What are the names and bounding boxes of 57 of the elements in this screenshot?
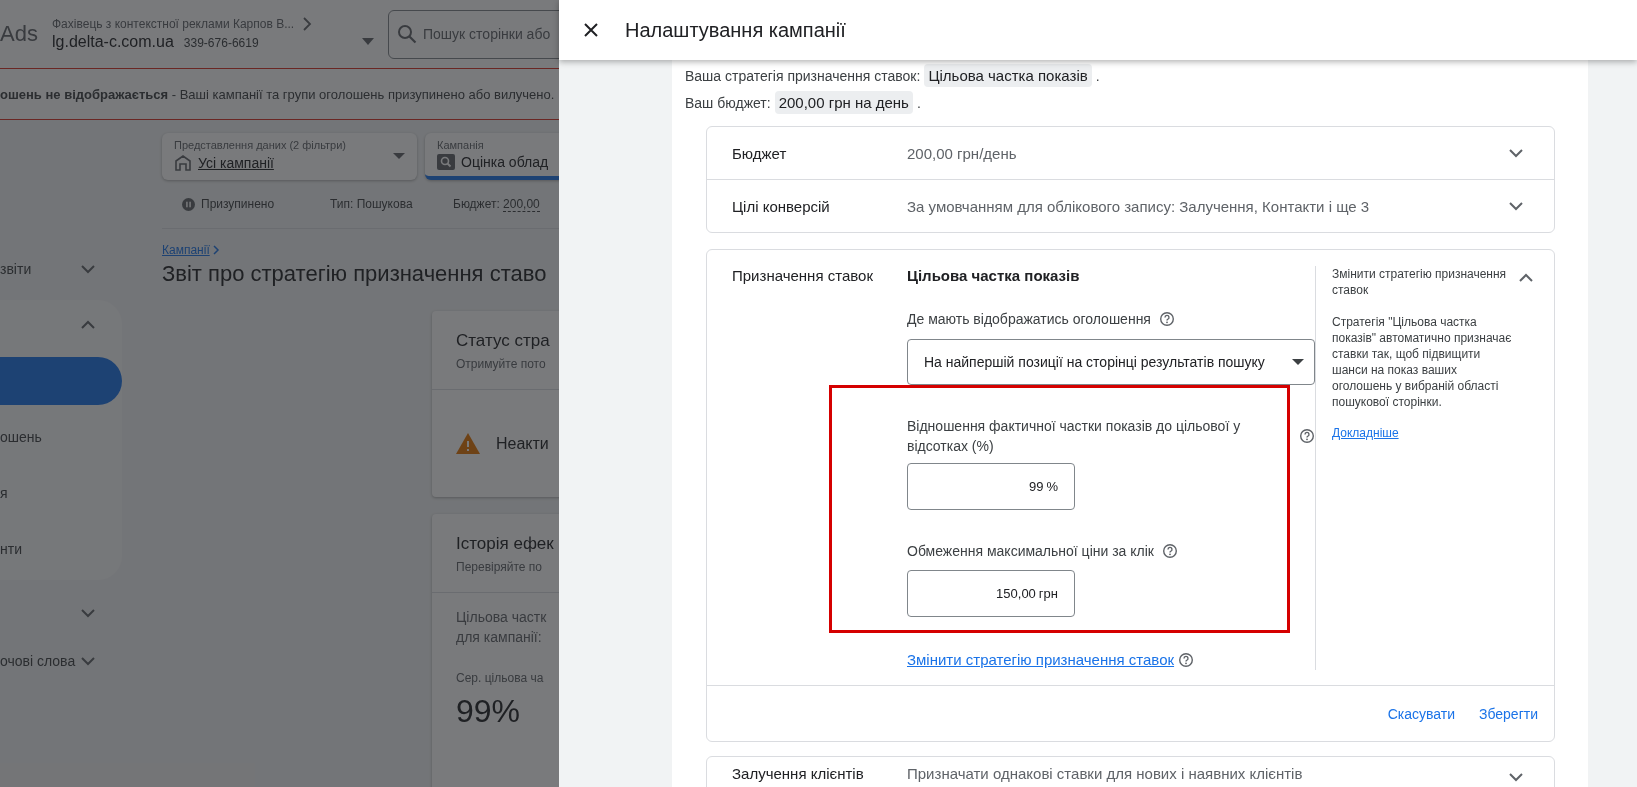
change-strategy-link[interactable]: Змінити стратегію призначення ставок (907, 650, 1175, 670)
chevron-right-icon[interactable] (302, 17, 313, 31)
search-icon (437, 154, 455, 170)
summary-value: 200,00 грн на день (774, 91, 913, 114)
setting-row[interactable]: Цілі конверсій За умовчанням для облікового запису: Залучення, Контакти і ще 3 (707, 179, 1554, 232)
product-logo[interactable]: Ads (0, 21, 40, 47)
nav-item[interactable]: ошень (0, 409, 122, 465)
help-icon[interactable] (1162, 543, 1178, 559)
section-name: Призначення ставок (732, 266, 874, 286)
campaign-status: Призупинено (201, 197, 275, 211)
alert-message: ошень не відображається - Ваші кампанії та групи оголошень призупинено або вилучено. (0, 86, 555, 102)
report-card: Статус стра Отримуйте пото Неакти (432, 311, 559, 497)
caret-down-icon (393, 153, 405, 160)
summary-period: . (1095, 67, 1100, 84)
campaign-budget: Бюджет: 200,00 (453, 197, 540, 211)
filter-selector[interactable]: Представлення даних (2 фільтри) Усі кампанії (162, 133, 417, 180)
nav-item[interactable]: нти (0, 521, 122, 577)
account-name: Фахівець з контекстної реклами Карпов В... (52, 17, 295, 31)
setting-row[interactable]: Бюджет 200,00 грн/день (707, 127, 1554, 179)
max-cpc-input[interactable]: 150,00 грн (907, 570, 1075, 617)
customer-id: 339-676-6619 (183, 36, 259, 50)
summary-value: Цільова частка показів (924, 64, 1092, 87)
chevron-right-icon (211, 244, 220, 256)
strategy-name: Цільова частка показів (907, 266, 1080, 286)
account-domain: lg.delta-c.com.ua (52, 33, 174, 51)
search-icon (397, 24, 417, 44)
help-icon[interactable] (1299, 428, 1315, 444)
learn-more-link[interactable]: Докладніше (1332, 426, 1399, 440)
placement-dropdown[interactable]: На найпершій позиції на сторінці результатів пошуку (907, 339, 1315, 385)
text-button[interactable]: Скасувати (1387, 699, 1455, 728)
report-card: Історія ефек Перевіряйте по Цільова частк для кампанії: Сер. цільова ча 99% (432, 514, 559, 787)
nav-section[interactable]: очові слова (0, 653, 76, 669)
share-input[interactable]: 99 % (907, 463, 1075, 510)
summary-label: Ваша стратегія призначення ставок: (685, 67, 921, 84)
help-icon[interactable] (1158, 311, 1175, 327)
help-icon[interactable] (1178, 652, 1195, 668)
summary-period: . (916, 94, 921, 111)
help-title: Змінити стратегію призначення ставок (1332, 266, 1508, 298)
text-button[interactable]: Зберегти (1479, 699, 1538, 728)
search-field[interactable]: Пошук сторінки або (388, 9, 559, 59)
setting-row[interactable]: Залучення клієнтів Призначати однакові ставки для нових і наявних клієнтів (707, 757, 1554, 787)
field-label: Де мають відображатись оголошення (907, 310, 1151, 329)
caret-down-icon (1292, 358, 1304, 366)
filter-selector[interactable]: Кампанія Оцінка облад (425, 133, 559, 180)
nav-section[interactable]: звіти (0, 261, 32, 277)
pause-icon (182, 197, 195, 211)
house-icon (174, 154, 192, 172)
help-text: Стратегія "Цільова частка показів" автоматично призначає ставки так, щоб підвищити шанси на показ ваших оголошень у вибраній області пошукової сторінки. (1332, 314, 1513, 410)
campaign-type: Тип: Пошукова (330, 197, 414, 211)
dialog-title: Налаштування кампанії (625, 18, 846, 42)
caret-down-icon[interactable] (362, 38, 374, 46)
field-label: Обмеження максимальної ціни за клік (907, 542, 1154, 561)
field-label: Відношення фактичної частки показів до цільової у відсотках (%) (907, 417, 1242, 456)
summary-label: Ваш бюджет: (685, 94, 771, 111)
warning-icon (456, 433, 480, 454)
page-title: Звіт про стратегію призначення ставо (162, 261, 548, 287)
nav-item[interactable]: я (0, 465, 122, 521)
